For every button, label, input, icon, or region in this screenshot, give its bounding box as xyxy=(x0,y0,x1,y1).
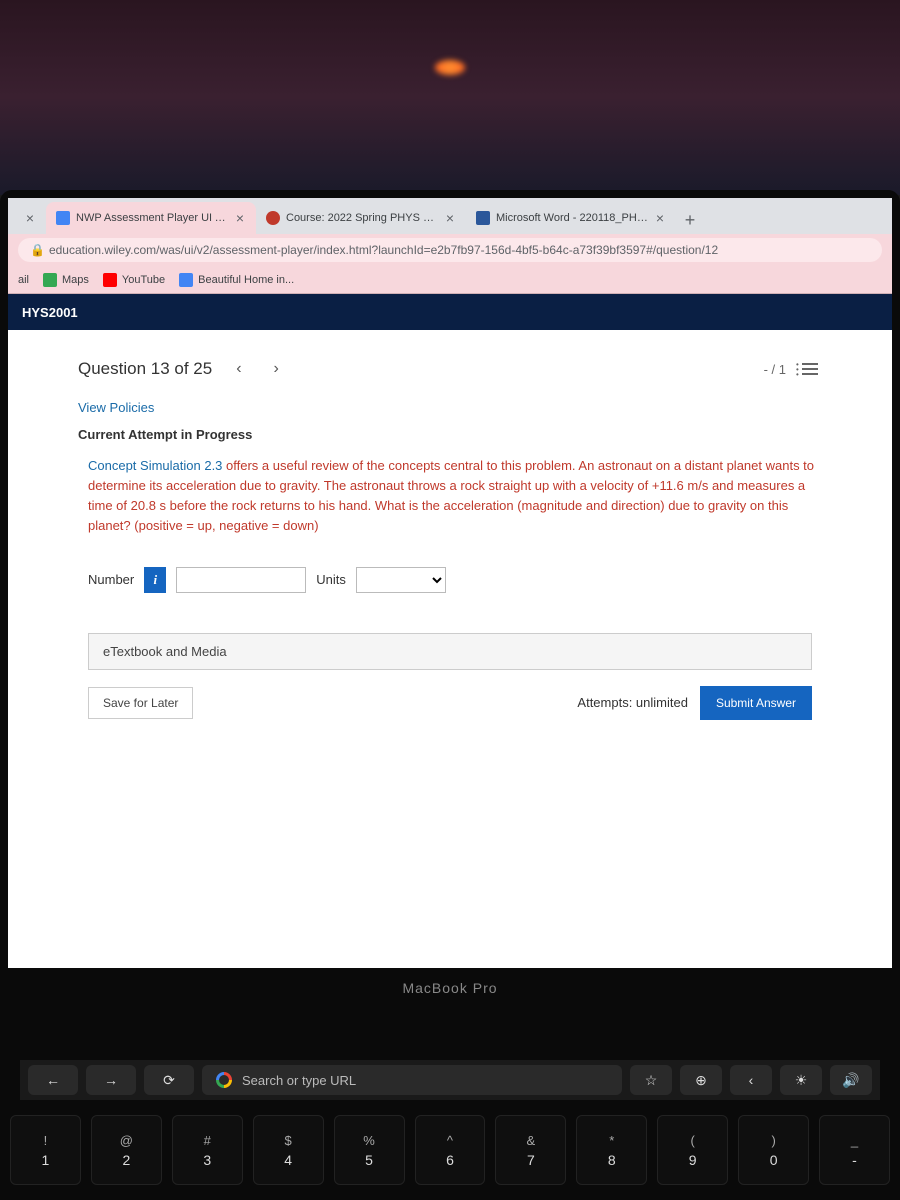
submit-answer-button[interactable]: Submit Answer xyxy=(700,686,812,720)
key-5[interactable]: %5 xyxy=(334,1115,405,1185)
touchbar-newtab-button[interactable]: ⊕ xyxy=(680,1065,722,1095)
url-text: education.wiley.com/was/ui/v2/assessment… xyxy=(49,243,718,257)
number-label: Number xyxy=(88,572,134,587)
units-label: Units xyxy=(316,572,346,587)
lock-icon: 🔒 xyxy=(30,243,45,257)
course-code: HYS2001 xyxy=(22,305,78,320)
problem-text: Concept Simulation 2.3 offers a useful r… xyxy=(78,456,822,537)
favicon-nwp xyxy=(56,211,70,225)
key-9[interactable]: (9 xyxy=(657,1115,728,1185)
close-icon[interactable]: × xyxy=(444,212,456,224)
close-icon[interactable]: × xyxy=(234,212,246,224)
answer-row: Number i Units xyxy=(78,567,822,593)
key-1[interactable]: !1 xyxy=(10,1115,81,1185)
question-menu-icon[interactable] xyxy=(798,359,822,379)
units-select[interactable] xyxy=(356,567,446,593)
favicon-course xyxy=(266,211,280,225)
touchbar-expand-button[interactable]: ‹ xyxy=(730,1065,772,1095)
home-icon xyxy=(179,273,193,287)
key-7[interactable]: &7 xyxy=(495,1115,566,1185)
tab-1[interactable]: NWP Assessment Player UI App × xyxy=(46,202,256,234)
question-number: Question 13 of 25 xyxy=(78,359,212,379)
touchbar-search[interactable]: Search or type URL xyxy=(202,1065,622,1095)
question-content: Question 13 of 25 ‹ › - / 1 View Policie… xyxy=(8,330,892,720)
tab-title: NWP Assessment Player UI App xyxy=(76,212,228,224)
touchbar-volume-button[interactable]: 🔊 xyxy=(830,1065,872,1095)
touchbar-brightness-button[interactable]: ☀ xyxy=(780,1065,822,1095)
key-6[interactable]: ^6 xyxy=(415,1115,486,1185)
youtube-icon xyxy=(103,273,117,287)
address-bar: 🔒 education.wiley.com/was/ui/v2/assessme… xyxy=(8,234,892,266)
next-question-button[interactable]: › xyxy=(266,356,287,382)
prev-question-button[interactable]: ‹ xyxy=(228,356,249,382)
course-header: HYS2001 xyxy=(8,294,892,330)
bookmark-label: YouTube xyxy=(122,274,165,286)
tab-3[interactable]: Microsoft Word - 220118_PHYS × xyxy=(466,202,676,234)
touchbar: ← → ⟳ Search or type URL ☆ ⊕ ‹ ☀ 🔊 xyxy=(20,1060,880,1100)
attempts-remaining: Attempts: unlimited xyxy=(577,695,688,710)
key-0[interactable]: )0 xyxy=(738,1115,809,1185)
key-dash[interactable]: _- xyxy=(819,1115,890,1185)
new-tab-button[interactable]: + xyxy=(676,206,704,234)
touchbar-favorite-button[interactable]: ☆ xyxy=(630,1065,672,1095)
key-8[interactable]: *8 xyxy=(576,1115,647,1185)
key-3[interactable]: #3 xyxy=(172,1115,243,1185)
macbook-label: MacBook Pro xyxy=(402,980,497,996)
close-icon[interactable]: × xyxy=(24,212,36,224)
bookmark-label: Maps xyxy=(62,274,89,286)
tab-0[interactable]: × xyxy=(8,202,46,234)
keyboard-row: !1 @2 #3 $4 %5 ^6 &7 *8 (9 )0 _- xyxy=(10,1115,890,1185)
etextbook-button[interactable]: eTextbook and Media xyxy=(88,633,812,670)
touchbar-back-button[interactable]: ← xyxy=(28,1065,78,1095)
google-icon xyxy=(216,1072,232,1088)
tab-title: Course: 2022 Spring PHYS 200 xyxy=(286,212,438,224)
bookmark-label: ail xyxy=(18,274,29,286)
number-input[interactable] xyxy=(176,567,306,593)
tab-strip: × NWP Assessment Player UI App × Course:… xyxy=(8,198,892,234)
touchbar-forward-button[interactable]: → xyxy=(86,1065,136,1095)
key-4[interactable]: $4 xyxy=(253,1115,324,1185)
key-2[interactable]: @2 xyxy=(91,1115,162,1185)
tab-2[interactable]: Course: 2022 Spring PHYS 200 × xyxy=(256,202,466,234)
view-policies-link[interactable]: View Policies xyxy=(78,400,822,415)
attempt-status: Current Attempt in Progress xyxy=(78,427,822,442)
maps-icon xyxy=(43,273,57,287)
bookmark-maps[interactable]: Maps xyxy=(43,273,89,287)
tab-title: Microsoft Word - 220118_PHYS xyxy=(496,212,648,224)
touchbar-search-label: Search or type URL xyxy=(242,1073,356,1088)
touchbar-refresh-button[interactable]: ⟳ xyxy=(144,1065,194,1095)
bookmark-gmail[interactable]: ail xyxy=(18,274,29,286)
url-input[interactable]: 🔒 education.wiley.com/was/ui/v2/assessme… xyxy=(18,238,882,262)
bookmark-home[interactable]: Beautiful Home in... xyxy=(179,273,294,287)
score-display: - / 1 xyxy=(764,362,786,377)
save-for-later-button[interactable]: Save for Later xyxy=(88,687,193,719)
close-icon[interactable]: × xyxy=(654,212,666,224)
simulation-link[interactable]: Concept Simulation 2.3 xyxy=(88,458,222,473)
bookmarks-bar: ail Maps YouTube Beautiful Home in... xyxy=(8,266,892,294)
bookmark-label: Beautiful Home in... xyxy=(198,274,294,286)
info-icon[interactable]: i xyxy=(144,567,166,593)
bookmark-youtube[interactable]: YouTube xyxy=(103,273,165,287)
favicon-word xyxy=(476,211,490,225)
